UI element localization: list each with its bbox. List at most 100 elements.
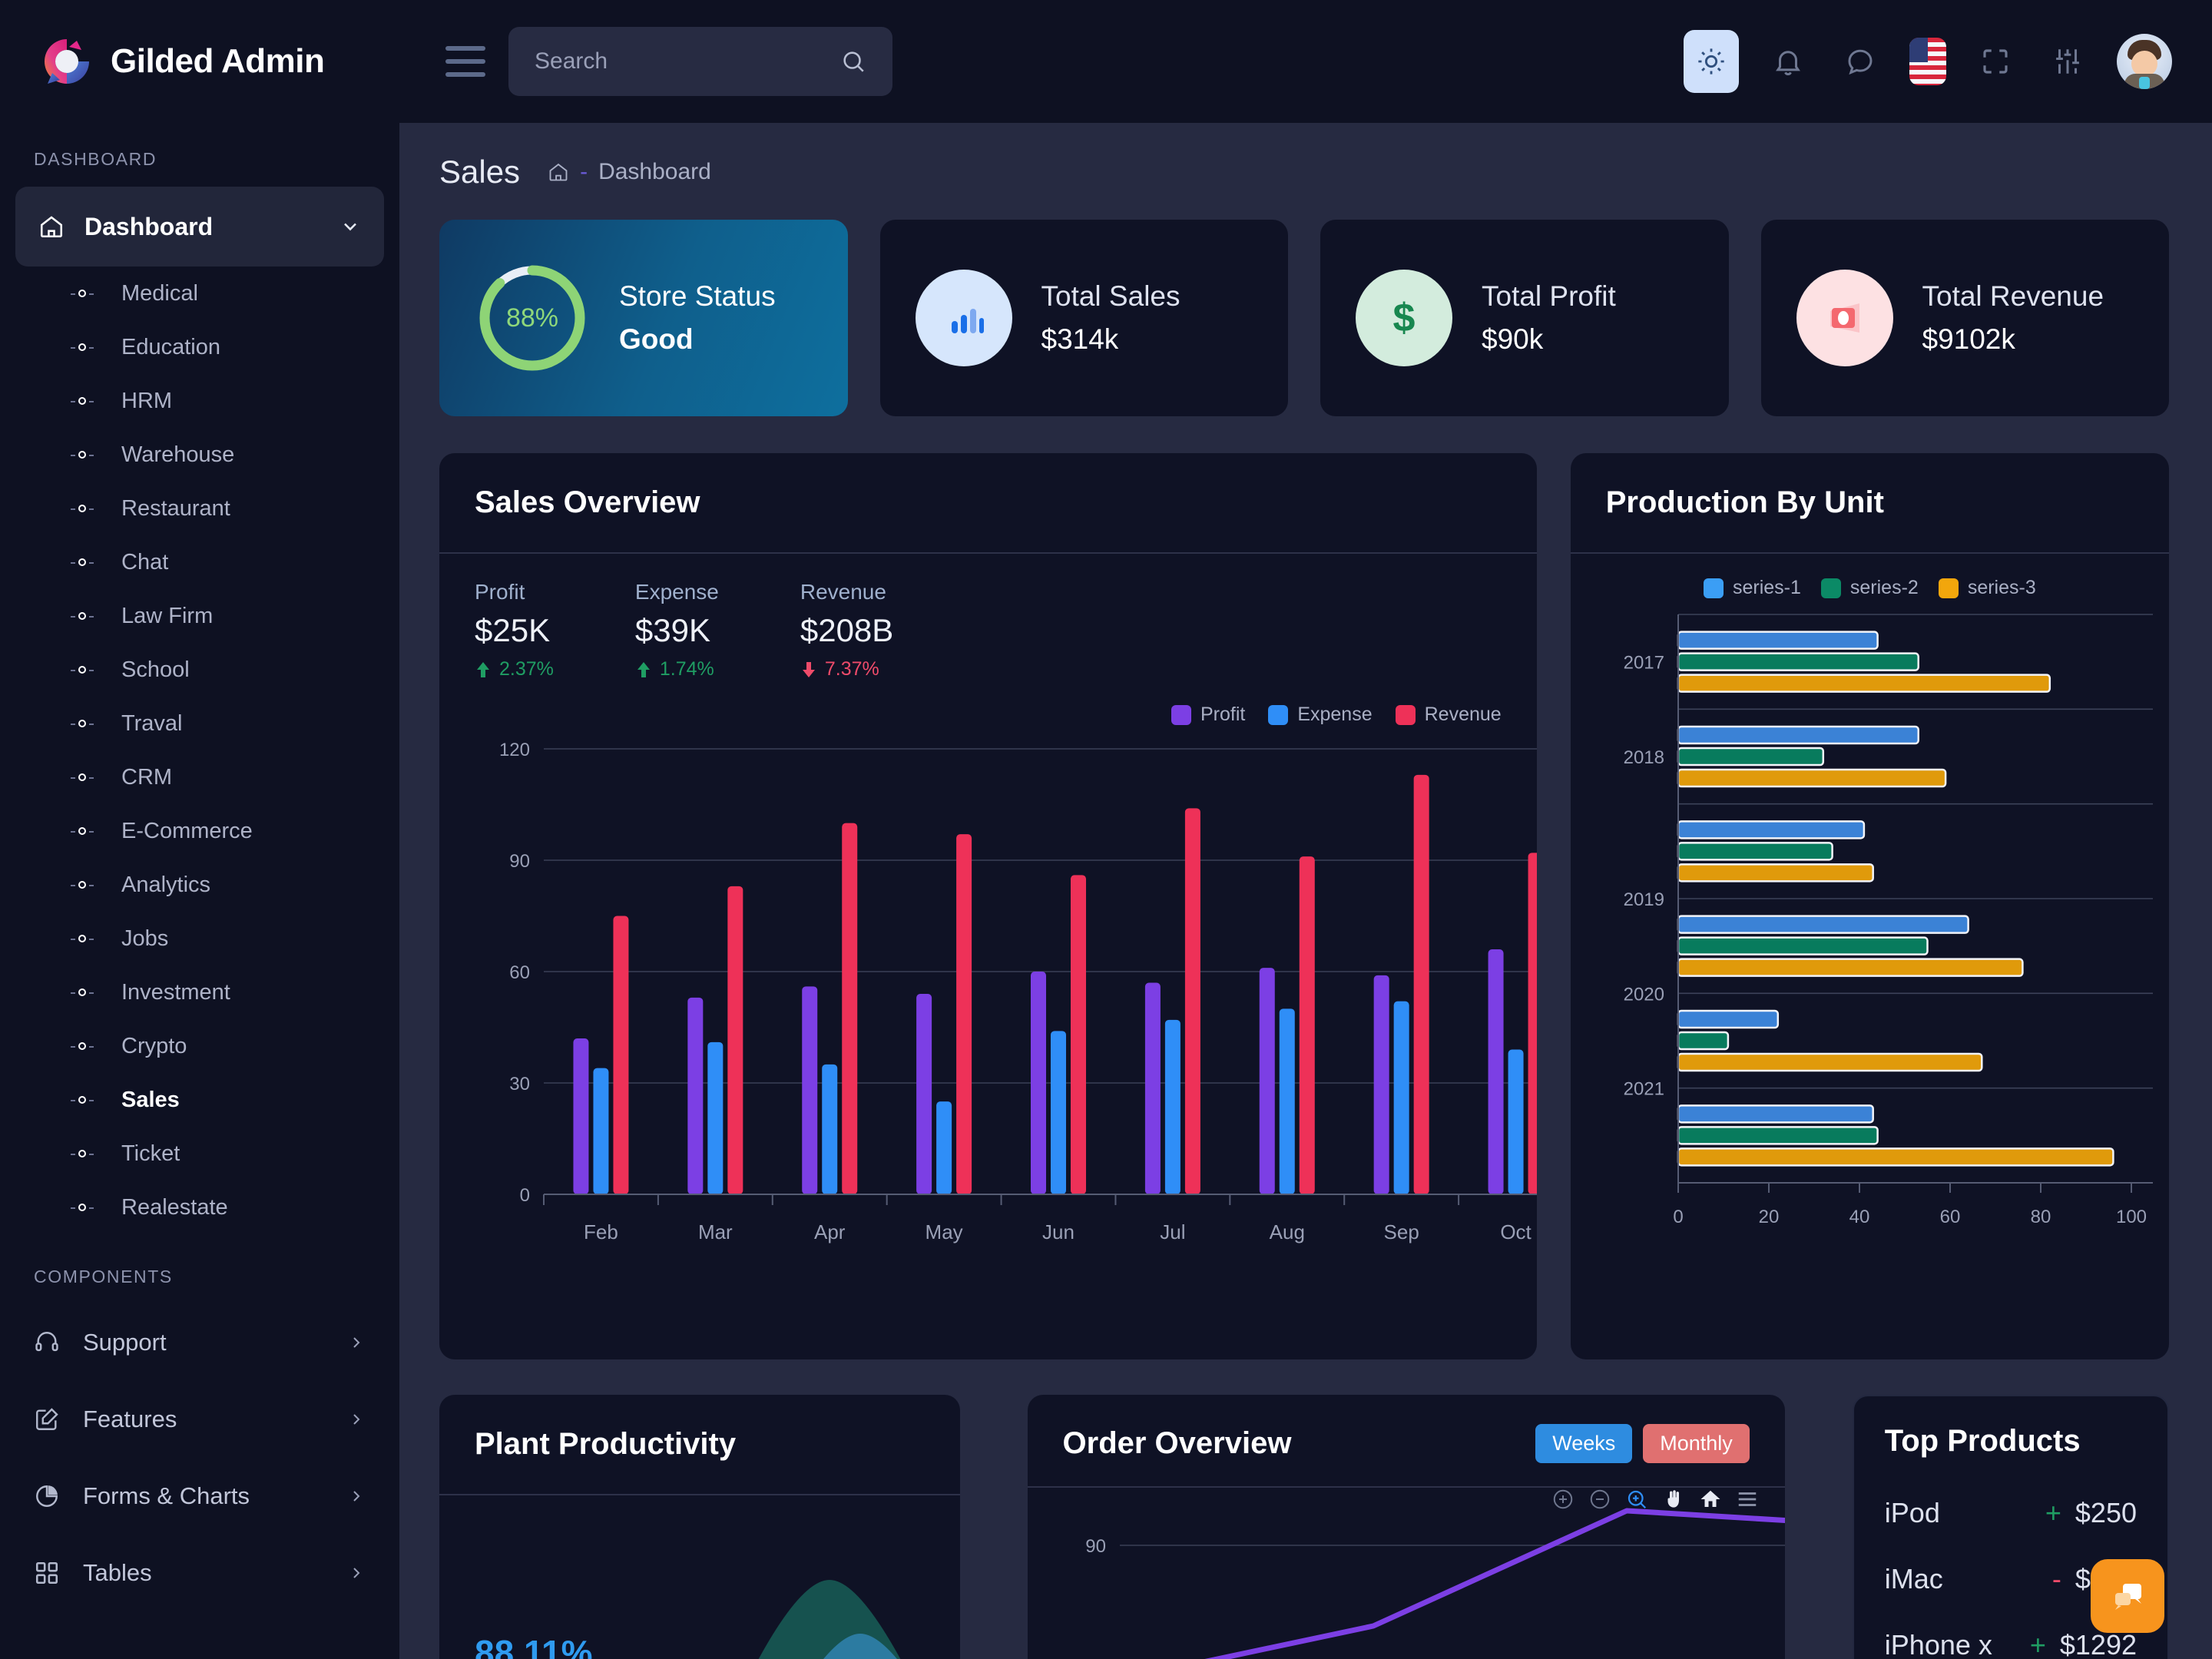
stat-card-total-sales[interactable]: Total Sales $314k	[879, 220, 1288, 416]
stat-card-total-profit[interactable]: $ Total Profit $90k	[1320, 220, 1729, 416]
bullet-dot-icon	[71, 448, 94, 462]
brand[interactable]: Gilded Admin	[0, 0, 399, 123]
plant-body: 88.11%	[439, 1495, 960, 1659]
legend-swatch	[1268, 704, 1289, 725]
sidebar-item-investment[interactable]: Investment	[0, 965, 399, 1019]
tab-weeks[interactable]: Weeks	[1535, 1424, 1633, 1463]
sidebar-item-jobs[interactable]: Jobs	[0, 912, 399, 965]
breadcrumb: Sales - Dashboard	[439, 154, 2169, 190]
panel-title: Order Overview	[1062, 1426, 1292, 1460]
sidebar-item-analytics[interactable]: Analytics	[0, 858, 399, 912]
stat-card-total-revenue[interactable]: Total Revenue $9102k	[1760, 220, 2169, 416]
sliders-icon[interactable]	[2045, 36, 2091, 87]
avatar[interactable]	[2117, 34, 2172, 89]
hamburger-icon[interactable]	[445, 46, 485, 77]
edit-square-icon	[34, 1406, 60, 1432]
brightness-icon[interactable]	[1684, 30, 1739, 93]
sidebar-item-education[interactable]: Education	[0, 320, 399, 374]
legend-item-profit[interactable]: Profit	[1171, 704, 1245, 726]
bullet-dot-icon	[71, 1147, 94, 1161]
sidebar-item-support[interactable]: Support	[0, 1304, 399, 1381]
pan-icon[interactable]	[1662, 1488, 1685, 1511]
sidebar-item-dashboard-label: Dashboard	[84, 212, 214, 240]
chevron-down-icon[interactable]	[339, 216, 361, 237]
svg-text:40: 40	[1849, 1207, 1869, 1227]
sidebar-item-dashboard[interactable]: Dashboard	[15, 187, 384, 267]
order-overview-chart[interactable]: 90 120	[1051, 1495, 1785, 1659]
svg-text:Sep: Sep	[1384, 1220, 1419, 1243]
chat-fab-button[interactable]	[2091, 1559, 2164, 1633]
list-item[interactable]: iPod + $250	[1885, 1480, 2137, 1546]
sidebar-item-realestate[interactable]: Realestate	[0, 1181, 399, 1234]
legend-item-revenue[interactable]: Revenue	[1395, 704, 1502, 726]
kpi-value: $25K	[475, 612, 551, 648]
svg-text:60: 60	[1939, 1207, 1960, 1227]
zoom-in-icon[interactable]	[1551, 1488, 1575, 1511]
production-by-unit-chart[interactable]: 2017 2018 2019 2020 2021 0 20 40 60 80 100	[1594, 599, 2153, 1290]
legend-label: Revenue	[1424, 704, 1502, 725]
reset-icon[interactable]	[1699, 1488, 1722, 1511]
stat-card-title: Store Status	[619, 280, 776, 312]
charts-row: Sales Overview Profit $25K 2.37% Expense…	[439, 453, 2169, 1359]
stat-card-value: $90k	[1482, 323, 1544, 355]
sidebar-item-school[interactable]: School	[0, 643, 399, 697]
sidebar-item-label: E-Commerce	[121, 818, 253, 843]
legend-item-series-3[interactable]: series-3	[1938, 577, 2036, 599]
search-icon[interactable]	[840, 48, 866, 75]
chevron-right-icon[interactable]	[347, 1564, 366, 1582]
production-legend: series-1 series-2 series-3	[1594, 577, 2146, 599]
sidebar-item-features[interactable]: Features	[0, 1381, 399, 1458]
sales-overview-chart[interactable]: 0 30 60 90 120 Feb Mar Apr May Jun Jul Aug Sep Oct	[475, 726, 1537, 1271]
stat-card-title: Total Revenue	[1922, 280, 2104, 312]
menu-icon[interactable]	[1736, 1488, 1759, 1511]
sidebar-item-restaurant[interactable]: Restaurant	[0, 482, 399, 535]
store-status-percent: 88%	[505, 303, 559, 333]
sidebar-item-medical[interactable]: Medical	[0, 267, 399, 320]
chevron-right-icon[interactable]	[347, 1410, 366, 1429]
sidebar-item-forms-charts[interactable]: Forms & Charts	[0, 1458, 399, 1535]
flag-us-icon[interactable]	[1909, 38, 1946, 85]
product-price: $250	[2075, 1497, 2137, 1528]
sidebar-item-label: Education	[121, 334, 220, 359]
sidebar-item-crm[interactable]: CRM	[0, 750, 399, 804]
kpi-label: Profit	[475, 580, 525, 604]
chevron-right-icon[interactable]	[347, 1333, 366, 1352]
tab-monthly[interactable]: Monthly	[1643, 1424, 1750, 1463]
zoom-out-icon[interactable]	[1588, 1488, 1611, 1511]
svg-text:2019: 2019	[1623, 889, 1664, 910]
product-amount: + $250	[2045, 1497, 2137, 1529]
sidebar-item-e-commerce[interactable]: E-Commerce	[0, 804, 399, 858]
bell-icon[interactable]	[1765, 36, 1811, 87]
sales-overview-header: Sales Overview	[439, 453, 1537, 554]
sidebar-item-tables[interactable]: Tables	[0, 1535, 399, 1611]
legend-item-expense[interactable]: Expense	[1268, 704, 1373, 726]
legend-label: series-1	[1732, 577, 1801, 598]
fullscreen-icon[interactable]	[1972, 36, 2018, 87]
sidebar-item-law-firm[interactable]: Law Firm	[0, 589, 399, 643]
chevron-right-icon[interactable]	[347, 1487, 366, 1505]
sidebar-item-warehouse[interactable]: Warehouse	[0, 428, 399, 482]
sales-kpis: Profit $25K 2.37% Expense $39K 1.74% Rev…	[475, 580, 1502, 680]
chat-bubble-icon[interactable]	[1837, 36, 1883, 87]
stat-cards: 88% Store Status Good Total Sales $314k …	[439, 220, 2169, 416]
sidebar-item-traval[interactable]: Traval	[0, 697, 399, 750]
pie-chart-icon	[34, 1483, 60, 1509]
sidebar-item-crypto[interactable]: Crypto	[0, 1019, 399, 1073]
home-icon[interactable]	[548, 161, 569, 183]
breadcrumb-current[interactable]: Dashboard	[598, 159, 711, 185]
sidebar-item-sales[interactable]: Sales	[0, 1073, 399, 1127]
dollar-icon: $	[1356, 270, 1452, 366]
search-input[interactable]: Search	[508, 27, 892, 96]
arrow-down-icon	[800, 661, 817, 679]
legend-item-series-1[interactable]: series-1	[1703, 577, 1801, 599]
legend-item-series-2[interactable]: series-2	[1820, 577, 1919, 599]
sidebar-item-ticket[interactable]: Ticket	[0, 1127, 399, 1181]
sidebar-item-chat[interactable]: Chat	[0, 535, 399, 589]
store-status-donut: 88%	[475, 260, 590, 376]
stat-card-store-status[interactable]: 88% Store Status Good	[439, 220, 848, 416]
svg-text:120: 120	[1075, 1495, 1105, 1499]
svg-text:60: 60	[509, 962, 530, 983]
sidebar-item-hrm[interactable]: HRM	[0, 374, 399, 428]
production-header: Production By Unit	[1570, 453, 2169, 554]
selection-zoom-icon[interactable]	[1625, 1488, 1648, 1511]
